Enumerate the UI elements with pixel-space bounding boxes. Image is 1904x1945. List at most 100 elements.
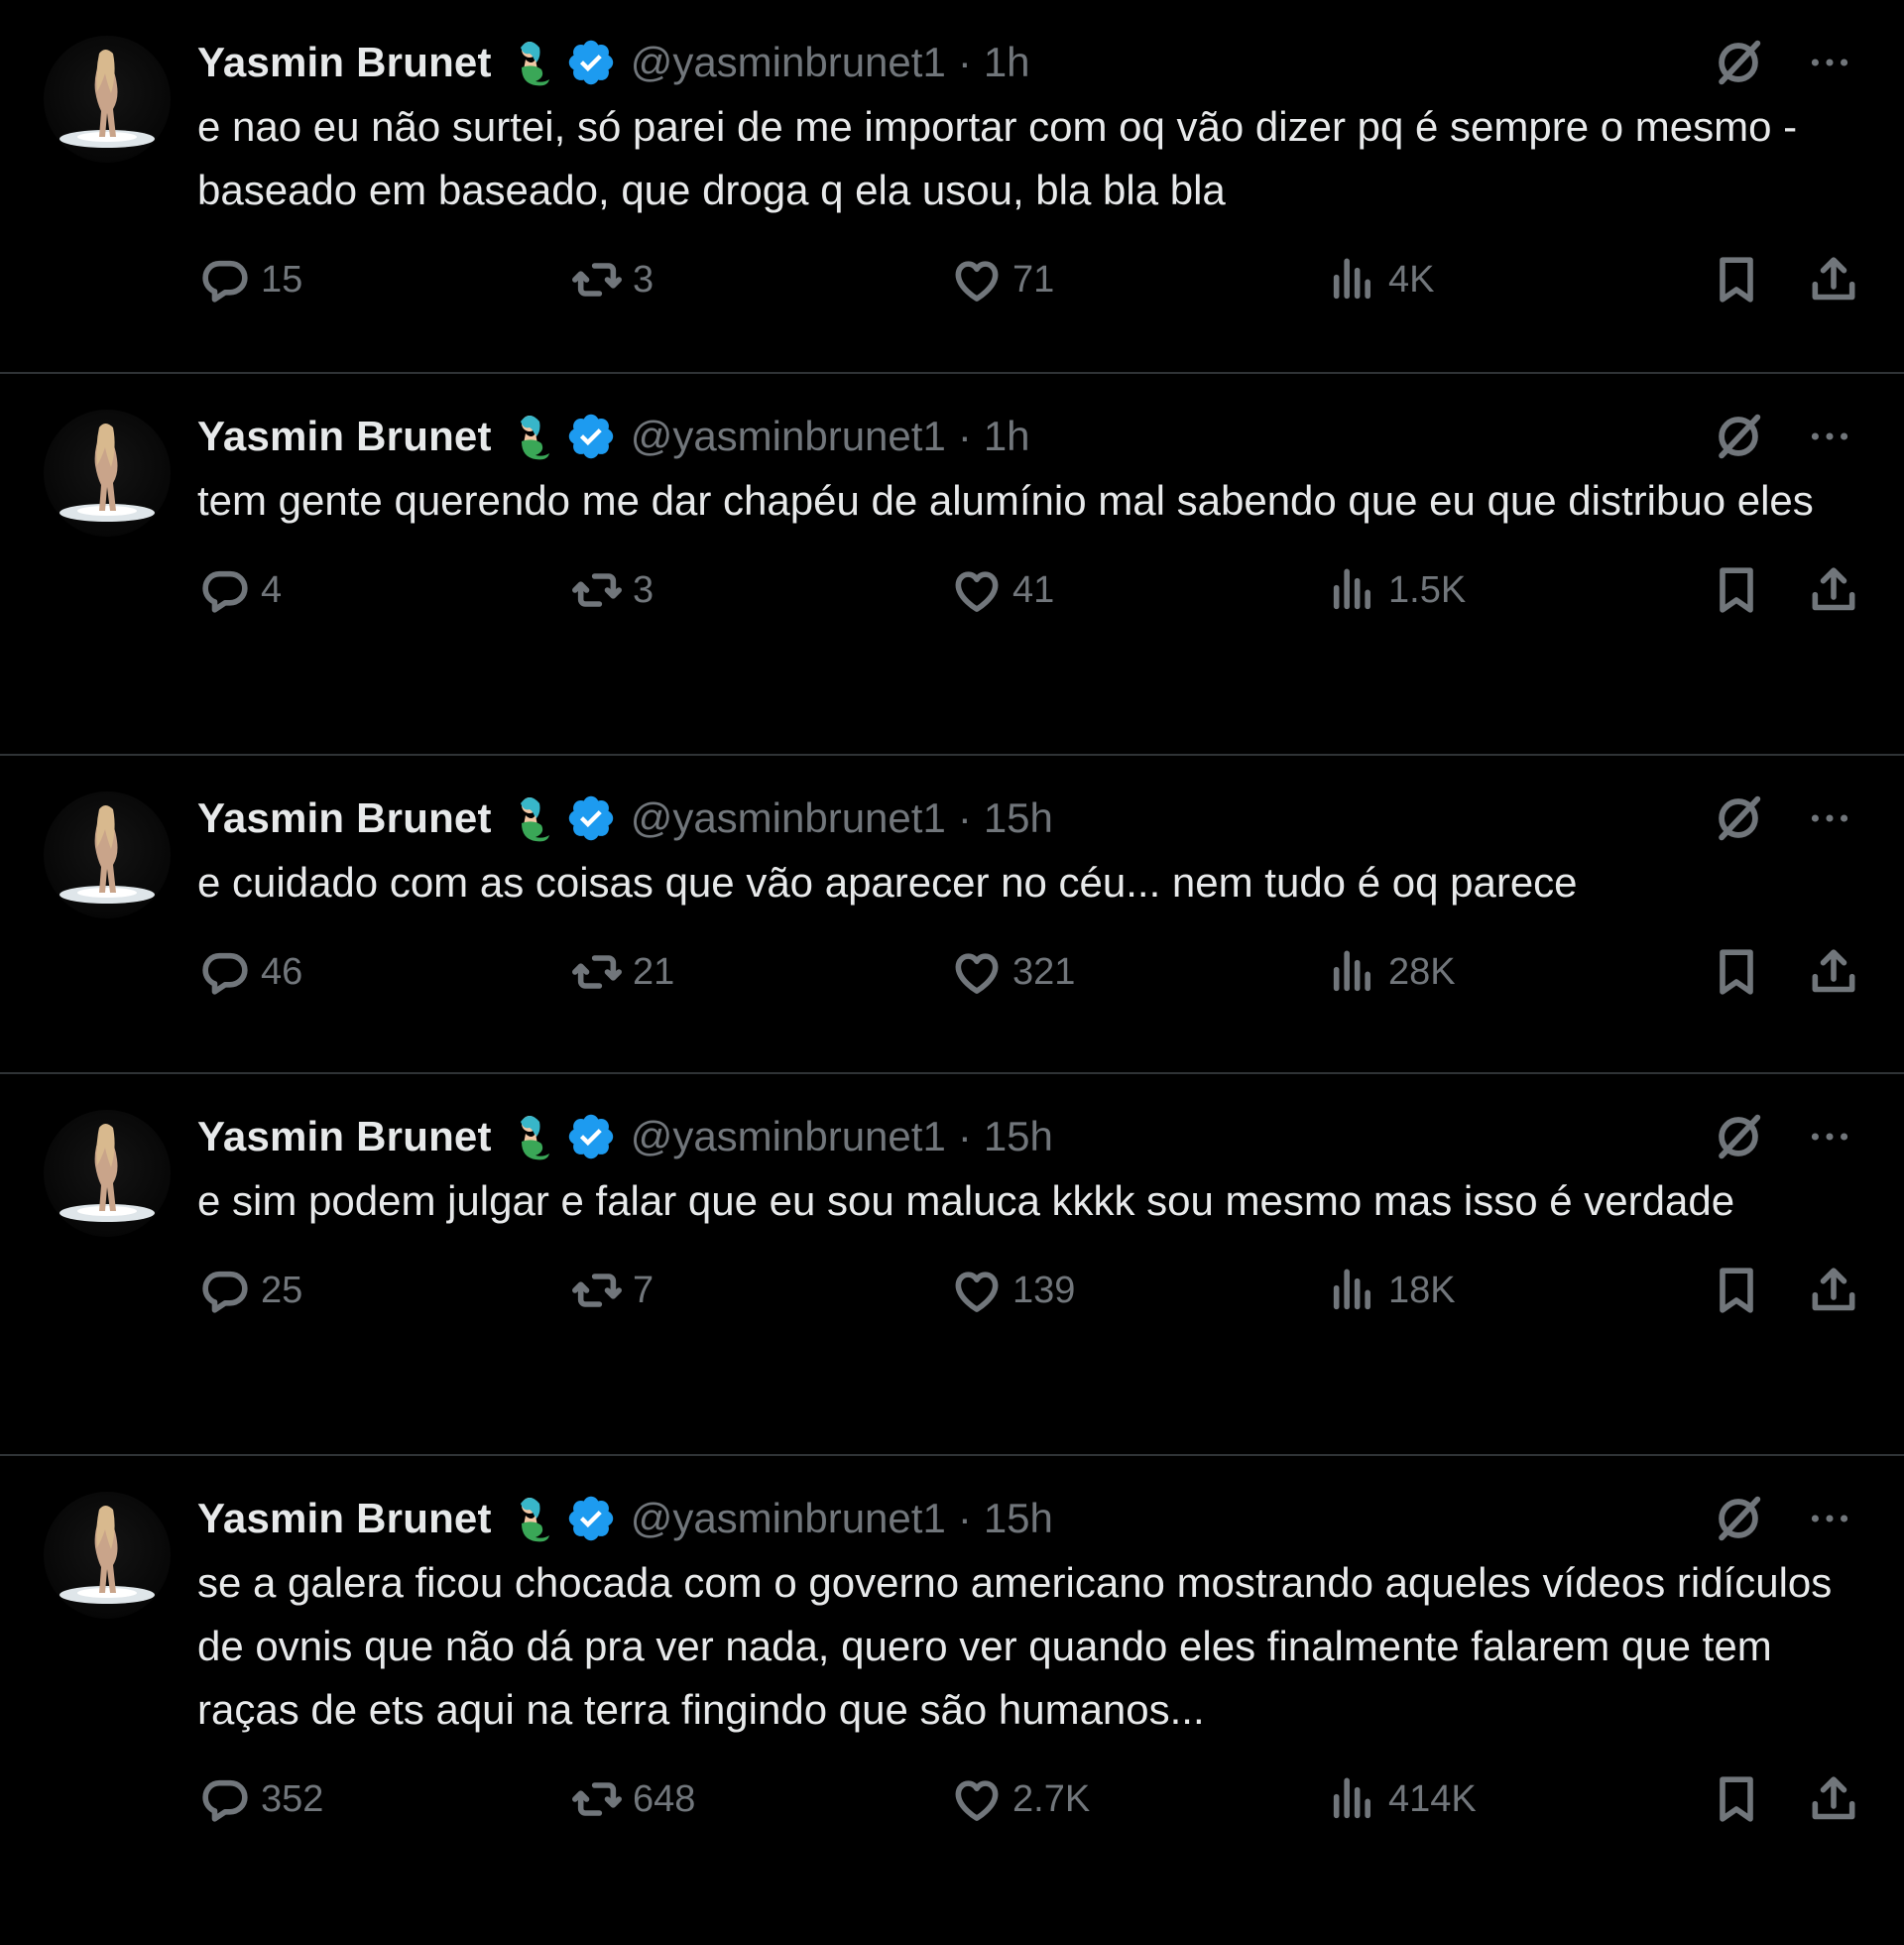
retweet-button[interactable]: 3 [569, 250, 654, 309]
avatar[interactable] [44, 36, 171, 163]
ellipsis-icon[interactable] [1805, 793, 1854, 843]
grok-slash-circle-icon[interactable] [1710, 1108, 1767, 1165]
avatar[interactable] [44, 1492, 171, 1619]
share-button[interactable] [1806, 1261, 1861, 1320]
retweet-button[interactable]: 3 [569, 560, 654, 620]
grok-slash-circle-icon[interactable] [1710, 1490, 1767, 1547]
bookmark-icon [1720, 949, 1753, 995]
heart-icon [955, 953, 999, 994]
like-button[interactable]: 41 [949, 560, 1054, 620]
ellipsis-icon[interactable] [1805, 1494, 1854, 1543]
display-name[interactable]: Yasmin Brunet [197, 794, 492, 842]
grok-slash-circle-icon[interactable] [1710, 408, 1767, 465]
grok-slash-circle-icon[interactable] [1710, 34, 1767, 91]
bookmark-button[interactable] [1709, 1261, 1764, 1320]
reply-count: 15 [261, 258, 303, 301]
retweet-arrows-icon [572, 573, 622, 607]
tweet-actions: 25 7 139 18K [197, 1261, 1855, 1320]
user-handle[interactable]: @yasminbrunet1 [631, 794, 946, 842]
user-handle[interactable]: @yasminbrunet1 [631, 1495, 946, 1542]
bookmark-button[interactable] [1709, 250, 1764, 309]
avatar[interactable] [44, 1110, 171, 1237]
separator-dot: · [957, 794, 972, 841]
share-button[interactable] [1806, 942, 1861, 1002]
reply-button[interactable]: 352 [197, 1769, 323, 1829]
reply-button[interactable]: 46 [197, 942, 302, 1002]
verified-badge-icon[interactable] [565, 792, 617, 844]
display-name[interactable]: Yasmin Brunet [197, 1495, 492, 1542]
retweet-count: 3 [633, 568, 654, 611]
views-button[interactable]: 4K [1325, 250, 1434, 309]
bookmark-icon [1720, 257, 1753, 303]
share-button[interactable] [1806, 1769, 1861, 1829]
reply-count: 46 [261, 950, 303, 993]
views-button[interactable]: 1.5K [1325, 560, 1466, 620]
timestamp[interactable]: 15h [984, 1495, 1053, 1542]
reply-count: 352 [261, 1777, 324, 1820]
retweet-button[interactable]: 21 [569, 942, 674, 1002]
reply-button[interactable]: 15 [197, 250, 302, 309]
separator-dot: · [957, 39, 972, 85]
share-button[interactable] [1806, 250, 1861, 309]
like-button[interactable]: 2.7K [949, 1769, 1090, 1829]
speech-bubble-icon [202, 952, 248, 995]
verified-badge-icon[interactable] [565, 411, 617, 462]
share-button[interactable] [1806, 560, 1861, 620]
avatar-image [60, 805, 155, 904]
tweet-feed: Yasmin Brunet @yasminbrunet1 · 1h e nao … [0, 0, 1904, 1945]
heart-icon [955, 261, 999, 302]
user-handle[interactable]: @yasminbrunet1 [631, 413, 946, 460]
bar-chart-icon [1333, 258, 1370, 300]
reply-count: 4 [261, 568, 283, 611]
view-count: 4K [1388, 258, 1435, 301]
tweet-text: e nao eu não surtei, só parei de me impo… [197, 103, 1809, 213]
display-name[interactable]: Yasmin Brunet [197, 1113, 492, 1160]
avatar[interactable] [44, 410, 171, 537]
view-count: 28K [1388, 950, 1456, 993]
timestamp[interactable]: 15h [984, 1113, 1053, 1160]
bar-chart-icon [1333, 568, 1370, 610]
display-name[interactable]: Yasmin Brunet [197, 39, 492, 86]
ellipsis-icon[interactable] [1805, 38, 1854, 87]
timestamp[interactable]: 1h [984, 39, 1030, 86]
tweet[interactable]: Yasmin Brunet @yasminbrunet1 · 15h [0, 1074, 1904, 1456]
views-button[interactable]: 414K [1325, 1769, 1477, 1829]
views-button[interactable]: 18K [1325, 1261, 1456, 1320]
retweet-button[interactable]: 648 [569, 1769, 695, 1829]
reply-button[interactable]: 4 [197, 560, 282, 620]
like-button[interactable]: 321 [949, 942, 1075, 1002]
avatar[interactable] [44, 791, 171, 918]
heart-icon [955, 1272, 999, 1312]
verified-badge-icon[interactable] [565, 1493, 617, 1544]
user-handle[interactable]: @yasminbrunet1 [631, 1113, 946, 1160]
user-handle[interactable]: @yasminbrunet1 [631, 39, 946, 86]
bar-chart-icon [1333, 950, 1370, 992]
verified-badge-icon[interactable] [565, 37, 617, 88]
tweet-actions: 4 3 41 1.5K [197, 560, 1855, 620]
like-button[interactable]: 139 [949, 1261, 1075, 1320]
ellipsis-icon[interactable] [1805, 412, 1854, 461]
tweet[interactable]: Yasmin Brunet @yasminbrunet1 · 15h [0, 1456, 1904, 1945]
retweet-button[interactable]: 7 [569, 1261, 654, 1320]
tweet[interactable]: Yasmin Brunet @yasminbrunet1 · 1h [0, 374, 1904, 756]
bookmark-button[interactable] [1709, 942, 1764, 1002]
timestamp[interactable]: 1h [984, 413, 1030, 460]
grok-slash-circle-icon[interactable] [1710, 790, 1767, 847]
upload-arrow-icon [1812, 1776, 1855, 1820]
tweet[interactable]: Yasmin Brunet @yasminbrunet1 · 15h [0, 756, 1904, 1074]
bookmark-button[interactable] [1709, 560, 1764, 620]
display-name[interactable]: Yasmin Brunet [197, 413, 492, 460]
bar-chart-icon [1333, 1269, 1370, 1310]
timestamp[interactable]: 15h [984, 794, 1053, 842]
reply-button[interactable]: 25 [197, 1261, 302, 1320]
bookmark-button[interactable] [1709, 1769, 1764, 1829]
retweet-arrows-icon [572, 263, 622, 297]
views-button[interactable]: 28K [1325, 942, 1456, 1002]
retweet-count: 648 [633, 1777, 696, 1820]
verified-badge-icon[interactable] [565, 1111, 617, 1162]
tweet[interactable]: Yasmin Brunet @yasminbrunet1 · 1h [0, 0, 1904, 374]
avatar-image [60, 1506, 155, 1604]
retweet-count: 21 [633, 950, 675, 993]
ellipsis-icon[interactable] [1805, 1112, 1854, 1161]
like-button[interactable]: 71 [949, 250, 1054, 309]
